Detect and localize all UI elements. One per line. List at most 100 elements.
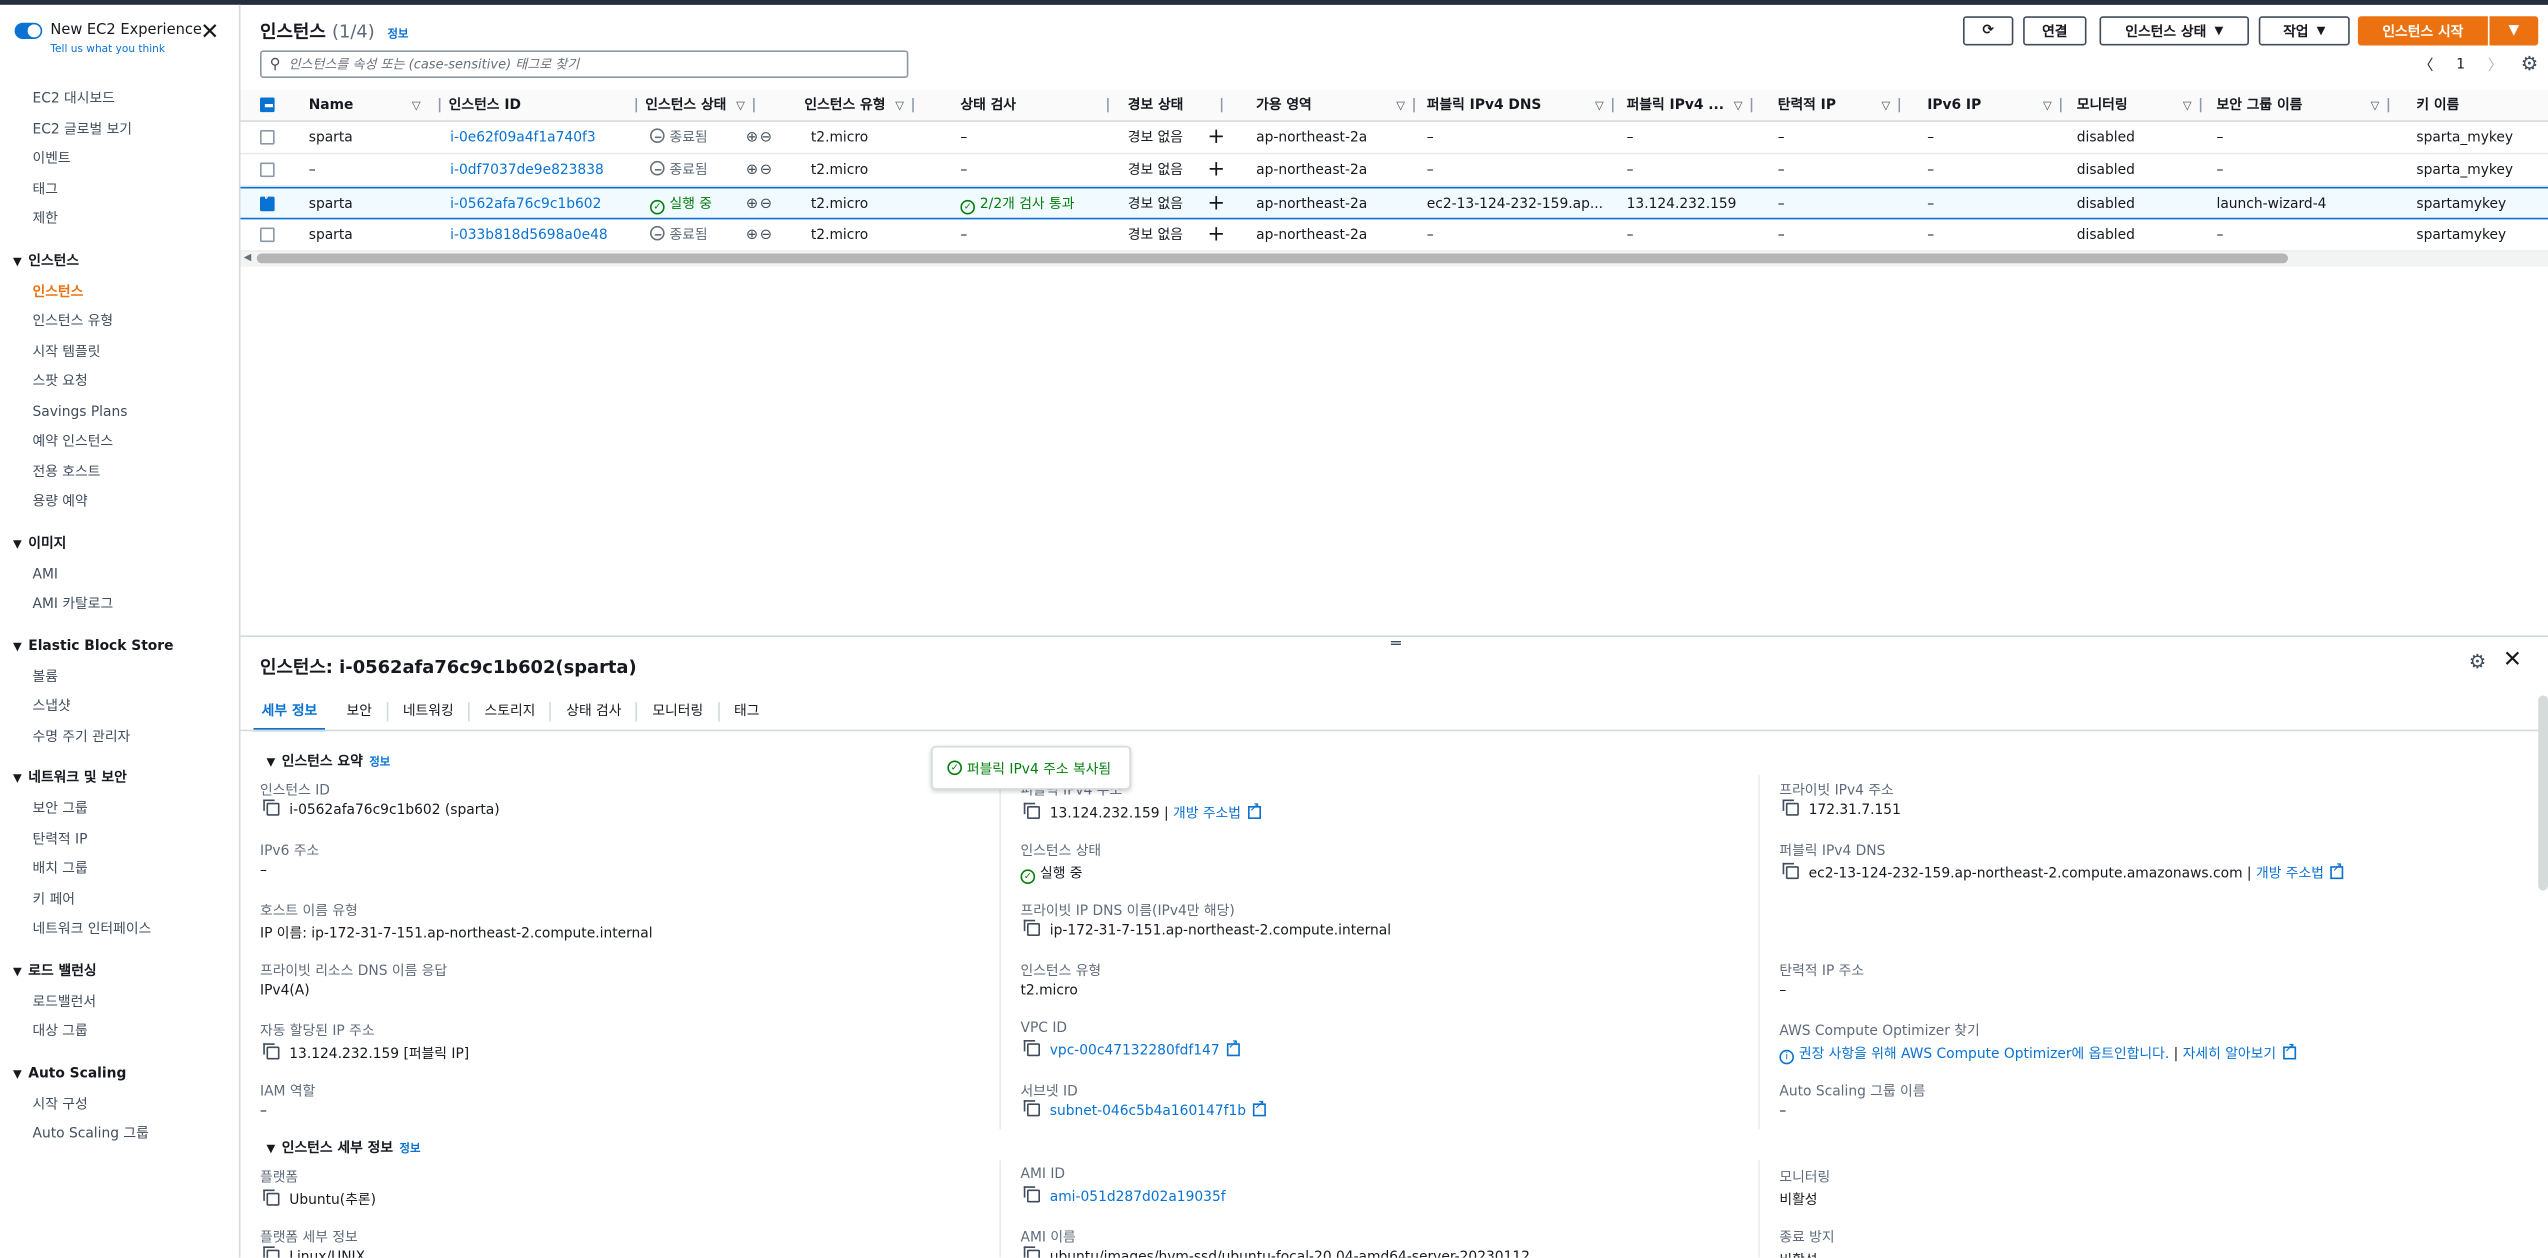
- row-checkbox[interactable]: [260, 130, 275, 145]
- col-monitoring[interactable]: 모니터링 ▽ |: [2077, 89, 2210, 122]
- actions-button[interactable]: 작업 ▼: [2258, 16, 2350, 46]
- copy-icon[interactable]: [1023, 802, 1040, 819]
- sidebar-item-capacity[interactable]: 용량 예약: [0, 488, 239, 518]
- sidebar-section-auto-scaling[interactable]: ▼ Auto Scaling: [0, 1059, 239, 1090]
- row-checkbox[interactable]: [260, 227, 275, 243]
- sidebar-item-dashboard[interactable]: EC2 대시보드: [0, 85, 239, 115]
- sidebar-item-reserved[interactable]: 예약 인스턴스: [0, 427, 239, 457]
- instance-id-link[interactable]: i-033b818d5698a0e48: [450, 219, 608, 252]
- copy-icon[interactable]: [263, 799, 280, 816]
- tab-status-checks[interactable]: 상태 검사: [552, 702, 638, 722]
- instance-id-link[interactable]: i-0e62f09a4f1a740f3: [450, 122, 596, 155]
- sidebar-item-ami[interactable]: AMI: [0, 560, 239, 590]
- sidebar-item-spot-requests[interactable]: 스팟 요청: [0, 367, 239, 397]
- sidebar-section-instances[interactable]: ▼ 인스턴스: [0, 246, 239, 277]
- copy-icon[interactable]: [1023, 1186, 1040, 1203]
- chevron-right-icon[interactable]: 〉: [2488, 54, 2503, 75]
- sidebar-item-tags[interactable]: 태그: [0, 175, 239, 205]
- add-alarm-icon[interactable]: +: [1207, 219, 1225, 252]
- info-link[interactable]: 정보: [388, 28, 409, 41]
- col-key-name[interactable]: 키 이름: [2416, 89, 2459, 122]
- col-az[interactable]: 가용 영역 ▽ |: [1256, 89, 1423, 122]
- row-checkbox[interactable]: [260, 190, 275, 212]
- scroll-left-icon[interactable]: ◀: [244, 252, 252, 263]
- sidebar-item-dedicated-hosts[interactable]: 전용 호스트: [0, 457, 239, 487]
- col-sg-name[interactable]: 보안 그룹 이름 ▽ |: [2217, 89, 2398, 122]
- sidebar-item-lifecycle[interactable]: 수명 주기 관리자: [0, 722, 239, 752]
- sidebar-item-launch-config[interactable]: 시작 구성: [0, 1090, 239, 1120]
- sidebar-item-eni[interactable]: 네트워크 인터페이스: [0, 915, 239, 945]
- col-public-ip[interactable]: 퍼블릭 IPv4 ... ▽ |: [1627, 89, 1761, 122]
- summary-header[interactable]: ▼ 인스턴스 요약 정보: [267, 751, 391, 770]
- sidebar-item-events[interactable]: 이벤트: [0, 145, 239, 175]
- optimizer-link[interactable]: 권장 사항을 위해 AWS Compute Optimizer에 옵트인합니다.: [1799, 1047, 2169, 1063]
- row-checkbox[interactable]: [260, 162, 275, 178]
- sidebar-item-elastic-ip[interactable]: 탄력적 IP: [0, 825, 239, 855]
- page-number[interactable]: 1: [2456, 56, 2465, 72]
- info-link[interactable]: 정보: [369, 756, 390, 769]
- copy-icon[interactable]: [1023, 1040, 1040, 1057]
- sidebar-section-ebs[interactable]: ▼ Elastic Block Store: [0, 631, 239, 662]
- connect-button[interactable]: 연결: [2023, 16, 2087, 46]
- col-elastic-ip[interactable]: 탄력적 IP ▽ |: [1778, 89, 1909, 122]
- ami-link[interactable]: ami-051d287d02a19035f: [1050, 1190, 1226, 1206]
- col-instance-id[interactable]: | 인스턴스 ID: [431, 89, 521, 122]
- vertical-scrollbar[interactable]: [2538, 695, 2548, 891]
- instance-details-header[interactable]: ▼ 인스턴스 세부 정보 정보: [267, 1138, 421, 1157]
- info-link[interactable]: 정보: [400, 1142, 421, 1155]
- table-row[interactable]: sparta i-033b818d5698a0e48 종료됨 ⊕⊖ t2.mic…: [240, 219, 2548, 252]
- tab-security[interactable]: 보안: [332, 702, 389, 722]
- copy-icon[interactable]: [1782, 862, 1799, 880]
- instance-id-link[interactable]: i-0df7037de9e823838: [450, 154, 604, 187]
- sidebar-item-load-balancers[interactable]: 로드밸런서: [0, 987, 239, 1017]
- sidebar-item-key-pairs[interactable]: 키 페어: [0, 885, 239, 915]
- tab-storage[interactable]: 스토리지: [470, 702, 552, 722]
- table-row[interactable]: sparta i-0e62f09a4f1a740f3 종료됨 ⊕⊖ t2.mic…: [240, 122, 2548, 155]
- close-icon[interactable]: ✕: [2503, 647, 2522, 673]
- add-alarm-icon[interactable]: +: [1207, 122, 1225, 155]
- sidebar-item-placement[interactable]: 배치 그룹: [0, 855, 239, 885]
- sidebar-section-network[interactable]: ▼ 네트워크 및 보안: [0, 764, 239, 795]
- copy-icon[interactable]: [263, 1246, 280, 1258]
- table-row[interactable]: – i-0df7037de9e823838 종료됨 ⊕⊖ t2.micro – …: [240, 154, 2548, 187]
- col-type[interactable]: 인스턴스 유형 ▽ |: [804, 89, 922, 122]
- launch-instance-button[interactable]: 인스턴스 시작: [2357, 16, 2488, 46]
- tab-tags[interactable]: 태그: [719, 702, 774, 722]
- copy-icon[interactable]: [263, 1043, 280, 1060]
- sidebar-item-ami-catalog[interactable]: AMI 카탈로그: [0, 590, 239, 620]
- learn-more-link[interactable]: 자세히 알아보기: [2183, 1047, 2276, 1063]
- close-icon[interactable]: ✕: [200, 20, 219, 46]
- copy-icon[interactable]: [263, 1189, 280, 1206]
- sidebar-item-instance-types[interactable]: 인스턴스 유형: [0, 307, 239, 337]
- instance-id-link[interactable]: i-0562afa76c9c1b602: [450, 189, 601, 222]
- resize-handle-icon[interactable]: ═: [1391, 635, 1401, 653]
- chevron-left-icon[interactable]: 〈: [2419, 54, 2434, 75]
- sidebar-section-images[interactable]: ▼ 이미지: [0, 529, 239, 560]
- copy-icon[interactable]: [1023, 919, 1040, 936]
- tab-details[interactable]: 세부 정보: [247, 696, 332, 732]
- sidebar-item-instances[interactable]: 인스턴스: [0, 277, 239, 307]
- col-status-check[interactable]: 상태 검사 |: [960, 89, 1117, 122]
- col-alarm[interactable]: 경보 상태 |: [1128, 89, 1231, 122]
- sidebar-section-load-balancing[interactable]: ▼ 로드 밸런싱: [0, 956, 239, 987]
- launch-dropdown-button[interactable]: ▼: [2489, 16, 2539, 46]
- col-state[interactable]: | 인스턴스 상태 ▽ |: [627, 89, 763, 122]
- add-alarm-icon[interactable]: +: [1207, 189, 1225, 222]
- zoom-icons[interactable]: ⊕⊖: [746, 122, 774, 155]
- sidebar-item-security-groups[interactable]: 보안 그룹: [0, 795, 239, 825]
- open-address-link[interactable]: 개방 주소법: [2256, 866, 2324, 882]
- scrollbar-thumb[interactable]: [256, 253, 2288, 264]
- copy-icon[interactable]: [1782, 799, 1799, 816]
- copy-icon[interactable]: [1023, 1246, 1040, 1258]
- select-all-checkbox[interactable]: [260, 97, 275, 113]
- col-name[interactable]: Name ▽: [309, 89, 421, 122]
- horizontal-scrollbar[interactable]: ◀: [240, 251, 2548, 267]
- refresh-button[interactable]: ⟳: [1963, 16, 2014, 46]
- sidebar-item-target-groups[interactable]: 대상 그룹: [0, 1017, 239, 1047]
- sidebar-item-savings-plans[interactable]: Savings Plans: [0, 397, 239, 427]
- vpc-link[interactable]: vpc-00c47132280fdf147: [1050, 1043, 1220, 1059]
- gear-icon[interactable]: ⚙: [2469, 650, 2486, 673]
- col-ipv6[interactable]: IPv6 IP ▽ |: [1927, 89, 2070, 122]
- table-row-selected[interactable]: sparta i-0562afa76c9c1b602 ✓실행 중 ⊕⊖ t2.m…: [240, 186, 2548, 222]
- sidebar-item-asg[interactable]: Auto Scaling 그룹: [0, 1120, 239, 1150]
